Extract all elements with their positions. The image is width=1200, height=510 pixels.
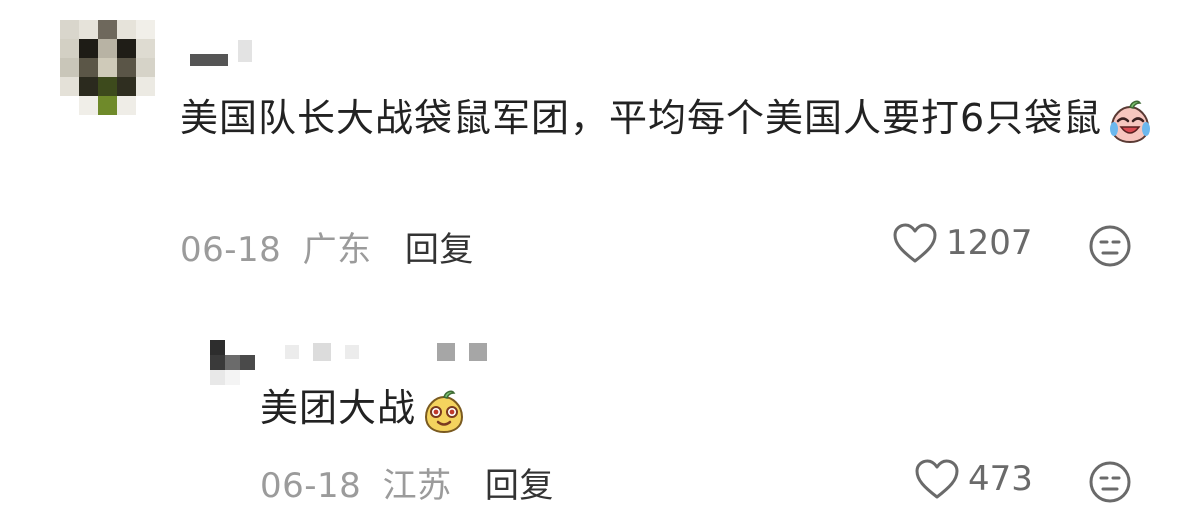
like-button[interactable]: 473 [914, 458, 1033, 500]
crying-laughing-peach-emoji [1110, 100, 1151, 143]
like-button[interactable]: 1207 [892, 222, 1033, 264]
like-count: 1207 [946, 223, 1033, 263]
heart-icon [915, 459, 959, 499]
dislike-face-icon[interactable] [1088, 224, 1132, 268]
avatar[interactable] [210, 340, 255, 385]
reply-button[interactable]: 回复 [405, 230, 474, 270]
comment-text: 美国队长大战袋鼠军团，平均每个美国人要打6只袋鼠 [180, 90, 1155, 146]
comment-meta: 06-18 广东 回复 [180, 222, 474, 271]
comment-body: 美国队长大战袋鼠军团，平均每个美国人要打6只袋鼠 [180, 96, 1103, 140]
comment-meta: 06-18 江苏 回复 [260, 458, 554, 507]
like-count: 473 [968, 459, 1033, 499]
comment-body: 美团大战 [260, 386, 417, 430]
username-blurred[interactable] [285, 343, 487, 361]
heart-icon [893, 223, 937, 263]
username-blurred[interactable] [190, 36, 252, 66]
dislike-face-icon[interactable] [1088, 460, 1132, 504]
comment-date: 06-18 [180, 230, 282, 270]
comment-date: 06-18 [260, 466, 362, 506]
smirking-yellow-peach-emoji [425, 390, 464, 433]
reply-button[interactable]: 回复 [485, 466, 554, 506]
avatar[interactable] [60, 20, 155, 115]
comment-location: 江苏 [382, 466, 452, 506]
comment-location: 广东 [302, 230, 372, 270]
comment-text: 美团大战 [260, 380, 468, 436]
